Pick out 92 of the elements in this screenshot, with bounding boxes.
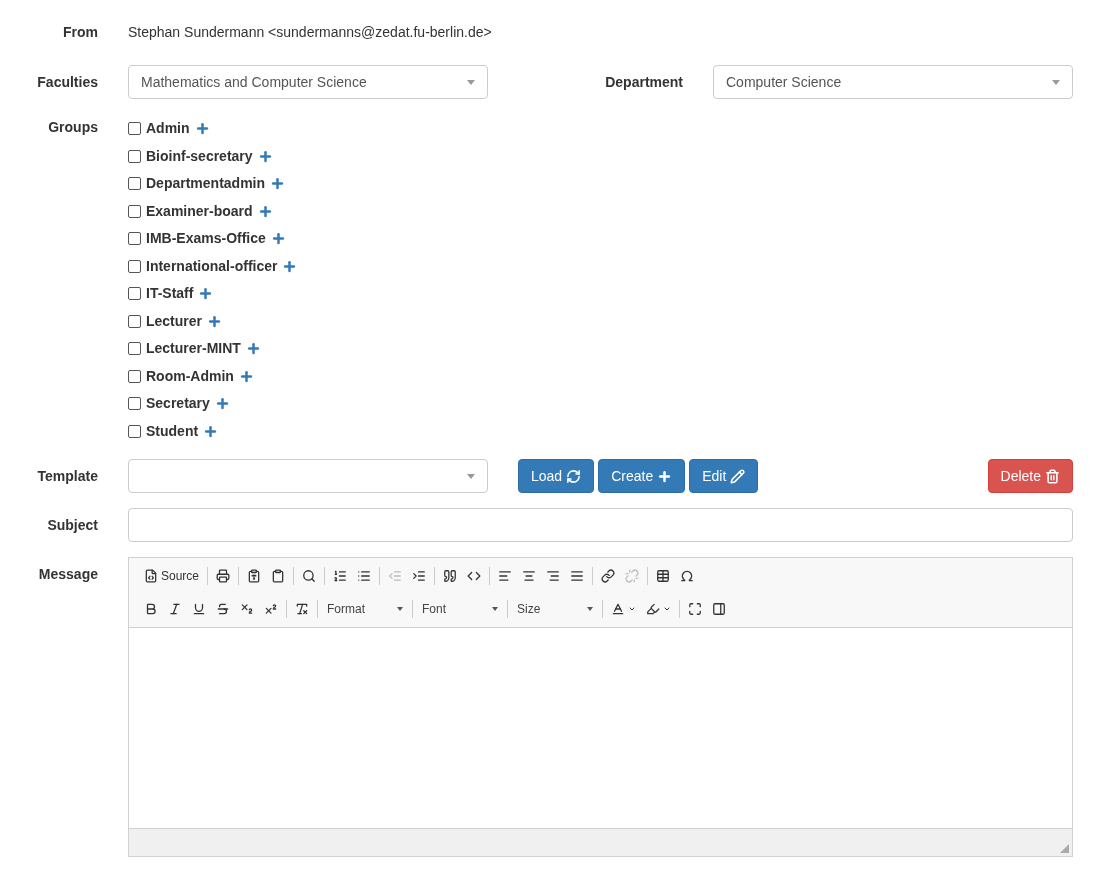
italic-icon [168, 602, 182, 616]
load-button[interactable]: Load [518, 459, 595, 493]
toolbar-dropdown[interactable]: Size [511, 597, 599, 621]
code-icon [467, 569, 482, 583]
group-label: Departmentadmin [146, 174, 266, 194]
group-label: Student [146, 421, 199, 441]
group-label: Room-Admin [146, 366, 234, 386]
checkbox[interactable] [128, 314, 141, 328]
sender-text: Stephan Sundermann <sundermanns@zedat.fu-berlin.de> [128, 23, 492, 42]
source-button[interactable]: Source [139, 564, 205, 588]
superscript-icon [264, 602, 278, 616]
field-label: Department [605, 74, 683, 90]
link-icon [601, 569, 616, 583]
plus-icon[interactable] [245, 341, 261, 357]
clipboard-text-icon [247, 569, 262, 583]
group-label: Lecturer [146, 311, 203, 331]
group-label: Bioinf-secretary [146, 146, 253, 166]
printer-icon [216, 569, 231, 583]
resize-handle-icon[interactable] [1060, 844, 1069, 853]
create-button[interactable]: Create [598, 459, 686, 493]
checkbox[interactable] [128, 204, 141, 218]
faculties-select[interactable]: Mathematics and Computer Science [128, 65, 488, 99]
plus-icon[interactable] [270, 176, 286, 192]
field-label: From [63, 24, 98, 40]
maximize-icon [688, 602, 702, 616]
subject-field[interactable] [128, 508, 1073, 542]
code-file-icon [144, 569, 158, 583]
checkbox[interactable] [128, 287, 141, 301]
group-label: International-officer [146, 256, 278, 276]
align-left-icon [498, 569, 513, 583]
trash-icon [1045, 468, 1060, 484]
align-center-icon [522, 569, 537, 583]
checkbox[interactable] [128, 232, 141, 246]
checkbox[interactable] [128, 424, 141, 438]
group-label: IT-Staff [146, 284, 194, 304]
plus-icon[interactable] [198, 286, 214, 302]
plus-icon[interactable] [270, 231, 286, 247]
checkbox[interactable] [128, 149, 141, 163]
plus-icon[interactable] [214, 396, 230, 412]
field-label: Faculties [37, 74, 98, 90]
plus-icon[interactable] [194, 121, 210, 137]
plus-icon[interactable] [257, 148, 273, 164]
panel-icon [712, 602, 726, 616]
search-icon [302, 569, 317, 583]
plus-icon[interactable] [203, 423, 219, 439]
plus-icon[interactable] [282, 258, 298, 274]
align-right-icon [546, 569, 561, 583]
justify-icon [570, 569, 585, 583]
bold-icon [144, 602, 158, 616]
subscript-icon [240, 602, 254, 616]
highlighter-icon [646, 602, 660, 616]
table-icon [656, 569, 671, 583]
remove-format-icon [295, 602, 309, 616]
group-label: Examiner-board [146, 201, 253, 221]
toolbar-dropdown[interactable]: Format [321, 597, 409, 621]
edit-button[interactable]: Edit [689, 459, 759, 493]
group-label: Lecturer-MINT [146, 339, 241, 359]
bulleted-list-icon [357, 569, 372, 583]
department-select[interactable]: Computer Science [713, 65, 1073, 99]
delete-button[interactable]: Delete [987, 459, 1073, 493]
checkbox[interactable] [128, 342, 141, 356]
caret-icon [628, 605, 636, 613]
group-label: Admin [146, 119, 190, 139]
group-label: Secretary [146, 394, 210, 414]
text-color-icon [611, 602, 625, 616]
clipboard-icon [271, 569, 286, 583]
numbered-list-icon [333, 569, 348, 583]
strikethrough-icon [216, 602, 230, 616]
pencil-icon [730, 468, 746, 484]
outdent-icon [388, 569, 403, 583]
toolbar-dropdown[interactable]: Font [416, 597, 504, 621]
checkbox[interactable] [128, 397, 141, 411]
checkbox[interactable] [128, 122, 141, 136]
checkbox[interactable] [128, 259, 141, 273]
underline-icon [192, 602, 206, 616]
refresh-icon [566, 468, 582, 484]
field-label: Message [38, 566, 98, 582]
field-label: Subject [47, 517, 98, 533]
plus-icon[interactable] [238, 368, 254, 384]
quote-icon [443, 569, 458, 583]
checkbox[interactable] [128, 369, 141, 383]
checkbox[interactable] [128, 177, 141, 191]
omega-icon [680, 569, 695, 583]
indent-icon [412, 569, 427, 583]
field-label: Groups [48, 119, 98, 135]
plus-icon [657, 468, 673, 484]
field-label: Template [37, 468, 98, 484]
caret-icon [663, 605, 671, 613]
plus-icon[interactable] [207, 313, 223, 329]
group-label: IMB-Exams-Office [146, 229, 266, 249]
unlink-icon [625, 569, 640, 583]
plus-icon[interactable] [257, 203, 273, 219]
